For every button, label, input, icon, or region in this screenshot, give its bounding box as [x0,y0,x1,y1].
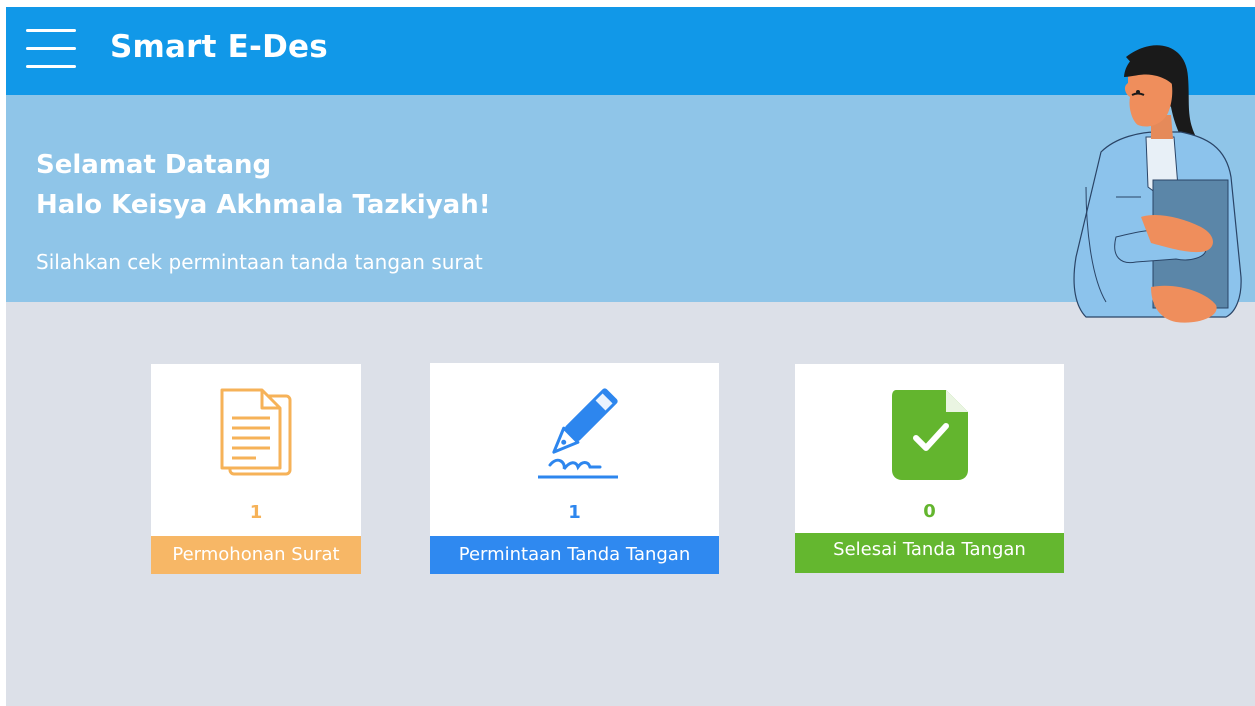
document-icon [220,388,292,476]
permintaan-tanda-tangan-label: Permintaan Tanda Tangan [430,536,719,574]
permintaan-tanda-tangan-count: 1 [568,502,581,523]
woman-illustration [1073,45,1242,323]
welcome-heading: Selamat Datang Halo Keisya Akhmala Tazki… [36,145,491,225]
file-check-icon [891,390,968,480]
app-title: Smart E-Des [110,29,328,65]
permohonan-surat-count: 1 [249,502,263,523]
app-frame: Smart E-Des Selamat Datang Halo Keisya A… [6,7,1255,706]
card-permintaan-tanda-tangan[interactable]: 1 Permintaan Tanda Tangan [430,363,719,574]
card-selesai-tanda-tangan[interactable]: 0 Selesai Tanda Tangan [795,364,1064,573]
user-greeting-text: Halo Keisya Akhmala Tazkiyah! [36,190,491,220]
greeting-text: Selamat Datang [36,150,272,180]
welcome-subtitle: Silahkan cek permintaan tanda tangan sur… [36,250,483,274]
hamburger-menu-icon[interactable] [26,29,76,73]
pen-signature-icon [537,388,618,479]
selesai-tanda-tangan-count: 0 [923,501,936,522]
card-permohonan-surat[interactable]: 1 Permohonan Surat [151,364,361,574]
permohonan-surat-label: Permohonan Surat [151,536,361,574]
selesai-tanda-tangan-label: Selesai Tanda Tangan [795,533,1064,573]
